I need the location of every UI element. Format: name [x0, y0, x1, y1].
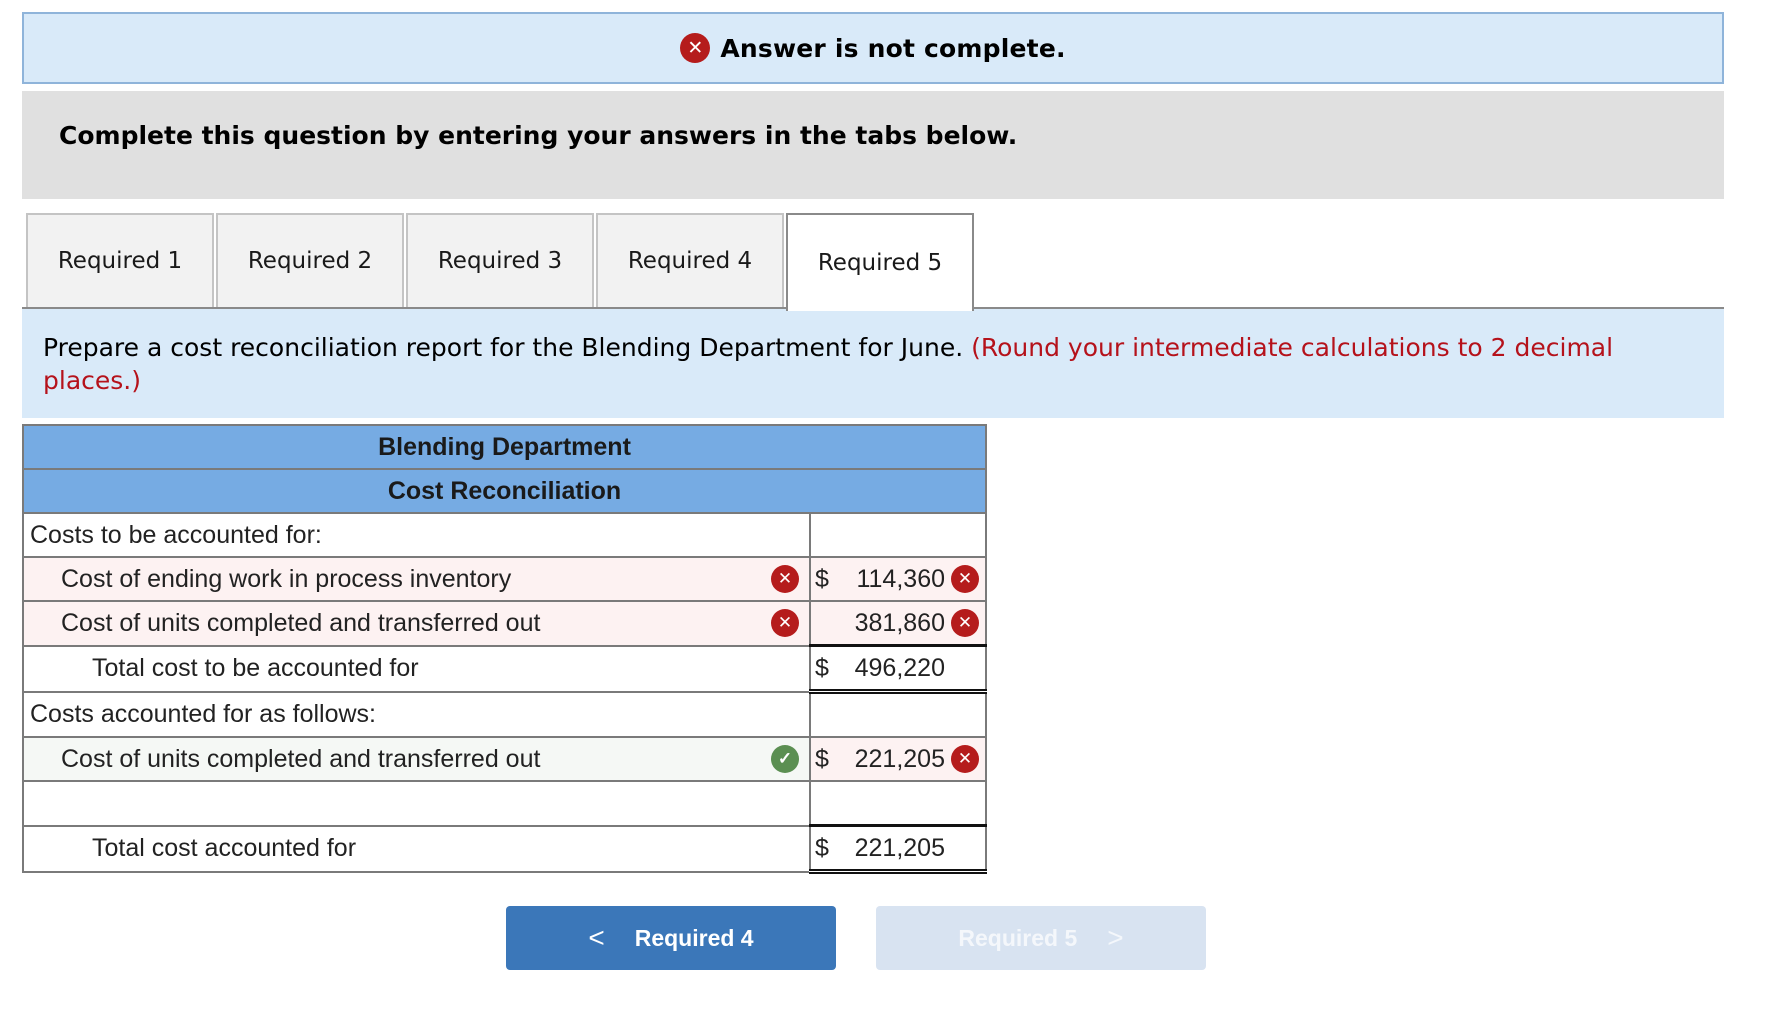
x-circle-icon: ✕ [771, 609, 799, 638]
prev-button-label: Required 4 [634, 924, 754, 951]
amount-value: 114,360 [856, 564, 945, 593]
question-prompt: Prepare a cost reconciliation report for… [22, 309, 1724, 418]
tab-required-1[interactable]: Required 1 [26, 213, 214, 307]
answer-status-banner: ✕ Answer is not complete. [22, 12, 1724, 84]
amount-input[interactable]: $114,360 ✕ [809, 556, 987, 602]
status-slot [951, 834, 979, 862]
x-circle-icon: ✕ [951, 565, 979, 593]
instructions-text: Complete this question by entering your … [59, 121, 1018, 150]
row-label-text: Costs to be accounted for: [30, 520, 322, 549]
row-label-text: Cost of units completed and transferred … [61, 744, 541, 773]
total-value-cell: $221,205 [809, 824, 987, 874]
chevron-left-icon: < [588, 922, 605, 953]
prompt-text: Prepare a cost reconciliation report for… [43, 333, 964, 362]
table-row: Costs to be accounted for: [22, 512, 987, 558]
status-slot: ✕ [951, 609, 979, 637]
table-row: Costs accounted for as follows: [22, 690, 987, 738]
cost-reconciliation-table: Blending Department Cost Reconciliation … [22, 424, 987, 874]
row-label-text: Total cost accounted for [92, 834, 357, 862]
tab-required-3[interactable]: Required 3 [406, 213, 594, 307]
instructions-box: Complete this question by entering your … [22, 91, 1724, 199]
status-slot [951, 789, 979, 817]
tab-required-2[interactable]: Required 2 [216, 213, 404, 307]
status-slot: ✕ [951, 745, 979, 773]
status-slot: ✕ [951, 565, 979, 593]
amount-value: 221,205 [854, 833, 945, 862]
amount-input [809, 512, 987, 558]
x-circle-icon: ✕ [951, 609, 979, 637]
table-row: Cost of ending work in process inventory… [22, 556, 987, 602]
tab-bar: Required 1 Required 2 Required 3 Require… [26, 213, 1724, 311]
status-slot [951, 654, 979, 682]
currency-symbol: $ [815, 833, 829, 862]
currency-symbol: $ [815, 744, 829, 773]
amount-input [809, 690, 987, 738]
amount-input[interactable]: 381,860 ✕ [809, 600, 987, 647]
row-label[interactable]: Cost of ending work in process inventory… [22, 556, 811, 602]
table-row [22, 780, 987, 827]
next-button-label: Required 5 [958, 924, 1078, 951]
row-label[interactable]: Cost of units completed and transferred … [22, 600, 811, 647]
currency-symbol: $ [815, 653, 829, 682]
prev-required-button[interactable]: < Required 4 [506, 906, 836, 970]
row-label-text: Costs accounted for as follows: [30, 699, 376, 728]
table-row: Cost of units completed and transferred … [22, 736, 987, 782]
next-required-button[interactable]: Required 5 > [876, 906, 1206, 970]
status-slot [951, 701, 979, 729]
row-label-text: Total cost to be accounted for [92, 654, 419, 682]
amount-input[interactable]: $221,205 ✕ [809, 736, 987, 782]
amount-input[interactable] [809, 780, 987, 827]
row-label: Total cost accounted for [22, 824, 811, 873]
row-label-text: Cost of units completed and transferred … [61, 608, 541, 637]
table-title: Blending Department [22, 424, 987, 470]
table-row: Cost of units completed and transferred … [22, 600, 987, 647]
answer-status-text: Answer is not complete. [720, 33, 1066, 63]
x-circle-icon: ✕ [771, 565, 799, 593]
x-circle-icon: ✕ [951, 745, 979, 773]
row-label[interactable]: Cost of units completed and transferred … [22, 736, 811, 782]
row-label-text: Cost of ending work in process inventory [61, 564, 512, 593]
amount-value: 221,205 [854, 744, 945, 773]
chevron-right-icon: > [1107, 922, 1124, 953]
status-slot [951, 521, 979, 549]
section-label: Costs to be accounted for: [22, 512, 811, 558]
table-row: Total cost to be accounted for $496,220 [22, 644, 987, 694]
table-subtitle: Cost Reconciliation [22, 468, 987, 514]
row-label: Total cost to be accounted for [22, 644, 811, 693]
currency-symbol: $ [815, 564, 829, 593]
x-circle-icon: ✕ [680, 33, 711, 63]
amount-value: 496,220 [854, 653, 945, 682]
table-row: Total cost accounted for $221,205 [22, 824, 987, 874]
total-value-cell: $496,220 [809, 644, 987, 694]
row-label[interactable] [22, 780, 811, 827]
tab-required-4[interactable]: Required 4 [596, 213, 784, 307]
amount-value: 381,860 [854, 608, 945, 637]
tab-required-5[interactable]: Required 5 [786, 213, 974, 311]
section-label: Costs accounted for as follows: [22, 690, 811, 738]
check-circle-icon: ✓ [771, 745, 799, 773]
